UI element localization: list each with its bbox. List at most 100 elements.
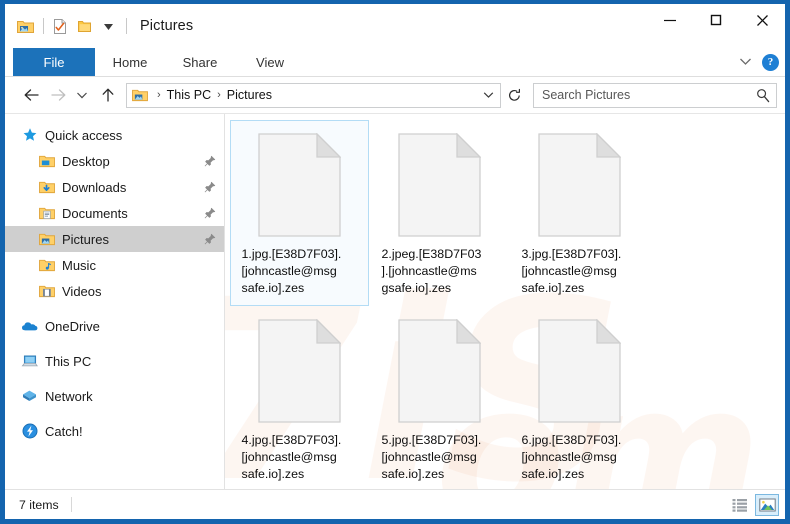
file-name-label: 5.jpg.[E38D7F03]. [johncastle@msg safe.i… [381, 433, 482, 481]
qat-separator-1 [43, 18, 44, 34]
properties-icon[interactable] [49, 15, 71, 37]
file-item[interactable]: 1.jpg.[E38D7F03]. [johncastle@msg safe.i… [230, 120, 369, 306]
blank-file-icon [538, 310, 621, 432]
tab-home[interactable]: Home [95, 48, 165, 76]
minimize-icon[interactable] [647, 4, 693, 36]
sidebar-label: Desktop [62, 153, 110, 169]
file-name-label: 2.jpeg.[E38D7F03 ].[johncastle@ms gsafe.… [381, 247, 482, 295]
sidebar-item-catch[interactable]: Catch! [5, 418, 224, 444]
file-name-label: 3.jpg.[E38D7F03]. [johncastle@msg safe.i… [521, 247, 622, 295]
file-list-pane[interactable]: 1.jpg.[E38D7F03]. [johncastle@msg safe.i… [225, 114, 785, 489]
sidebar-label: Quick access [45, 127, 123, 143]
pin-icon[interactable] [204, 155, 216, 167]
breadcrumb-separator: › [217, 89, 221, 101]
blank-file-icon [538, 124, 621, 246]
sidebar-item-pictures[interactable]: Pictures [5, 226, 224, 252]
star-pin-icon [21, 127, 38, 143]
chevron-down-icon[interactable] [739, 53, 752, 71]
pin-icon[interactable] [204, 233, 216, 245]
sidebar-label: Pictures [62, 231, 109, 247]
ribbon-right-controls: ? [739, 48, 779, 76]
sidebar-item-this-pc[interactable]: This PC [5, 348, 224, 374]
help-button[interactable]: ? [762, 53, 779, 71]
sidebar-item-network[interactable]: Network [5, 383, 224, 409]
folder-documents-icon [38, 205, 55, 221]
sidebar-item-desktop[interactable]: Desktop [5, 148, 224, 174]
file-item[interactable]: 4.jpg.[E38D7F03]. [johncastle@msg safe.i… [230, 306, 369, 489]
this-pc-icon [21, 353, 38, 369]
details-view-button[interactable] [728, 494, 752, 516]
file-grid: 1.jpg.[E38D7F03]. [johncastle@msg safe.i… [229, 120, 785, 489]
refresh-button[interactable] [501, 82, 527, 108]
folder-videos-icon [38, 283, 55, 299]
file-item[interactable]: 3.jpg.[E38D7F03]. [johncastle@msg safe.i… [510, 120, 649, 306]
view-mode-buttons [728, 493, 779, 516]
customize-qat-chevron-icon[interactable] [97, 15, 119, 37]
sidebar-item-documents[interactable]: Documents [5, 200, 224, 226]
pin-icon[interactable] [204, 207, 216, 219]
tab-file[interactable]: File [13, 48, 95, 76]
file-name-label: 1.jpg.[E38D7F03]. [johncastle@msg safe.i… [241, 247, 342, 295]
breadcrumb-separator: › [157, 89, 161, 101]
qat-separator-2 [126, 18, 127, 34]
address-path-box[interactable]: › This PC › Pictures [126, 82, 501, 108]
catch-app-icon [21, 423, 38, 439]
quick-access-toolbar [5, 15, 132, 37]
sidebar-label: Music [62, 257, 96, 273]
blank-file-icon [398, 310, 481, 432]
navigation-pane[interactable]: Quick access Desktop Downloads Documents… [5, 114, 225, 489]
sidebar-item-downloads[interactable]: Downloads [5, 174, 224, 200]
network-icon [21, 388, 38, 404]
tab-share[interactable]: Share [165, 48, 235, 76]
onedrive-cloud-icon [21, 318, 38, 334]
pin-icon[interactable] [204, 181, 216, 193]
file-item[interactable]: 6.jpg.[E38D7F03]. [johncastle@msg safe.i… [510, 306, 649, 489]
new-folder-icon[interactable] [73, 15, 95, 37]
address-bar-row: › This PC › Pictures Search Pictures [5, 77, 785, 113]
up-button[interactable] [95, 82, 121, 108]
breadcrumb-this-pc[interactable]: This PC [167, 88, 211, 102]
sidebar-label: This PC [45, 353, 92, 369]
file-explorer-window: Pictures File Home Share View ? › This P… [0, 0, 790, 524]
search-input[interactable]: Search Pictures [542, 88, 756, 102]
sidebar-label: Downloads [62, 179, 127, 195]
folder-desktop-icon [38, 153, 55, 169]
file-item[interactable]: 2.jpeg.[E38D7F03 ].[johncastle@ms gsafe.… [370, 120, 509, 306]
tab-view[interactable]: View [235, 48, 305, 76]
blank-file-icon [258, 310, 341, 432]
sidebar-item-onedrive[interactable]: OneDrive [5, 313, 224, 339]
maximize-icon[interactable] [693, 4, 739, 36]
folder-pictures-icon [38, 231, 55, 247]
sidebar-item-quick-access[interactable]: Quick access [5, 122, 224, 148]
close-icon[interactable] [739, 4, 785, 36]
file-name-label: 6.jpg.[E38D7F03]. [johncastle@msg safe.i… [521, 433, 622, 481]
sidebar-item-music[interactable]: Music [5, 252, 224, 278]
title-bar: Pictures [5, 4, 785, 48]
sidebar-label: Network [45, 388, 93, 404]
folder-pictures-icon [132, 88, 148, 102]
forward-button [45, 82, 71, 108]
window-title: Pictures [140, 18, 194, 34]
file-name-label: 4.jpg.[E38D7F03]. [johncastle@msg safe.i… [241, 433, 342, 481]
sidebar-label: Documents [62, 205, 128, 221]
blank-file-icon [398, 124, 481, 246]
explorer-body: 7 7iS om Quick access [5, 113, 785, 489]
status-bar: 7 items [5, 489, 785, 519]
recent-locations-button[interactable] [71, 82, 93, 108]
blank-file-icon [258, 124, 341, 246]
search-icon [756, 88, 770, 103]
sidebar-item-videos[interactable]: Videos [5, 278, 224, 304]
file-item[interactable]: 5.jpg.[E38D7F03]. [johncastle@msg safe.i… [370, 306, 509, 489]
ribbon-tab-bar: File Home Share View ? [5, 48, 785, 77]
large-icons-view-button[interactable] [755, 493, 779, 516]
search-box[interactable]: Search Pictures [533, 82, 777, 108]
folder-music-icon [38, 257, 55, 273]
back-button[interactable] [19, 82, 45, 108]
breadcrumb-pictures[interactable]: Pictures [227, 88, 272, 102]
address-dropdown-icon[interactable] [483, 91, 494, 99]
folder-pictures-icon[interactable] [14, 15, 36, 37]
item-count-label: 7 items [19, 497, 59, 512]
